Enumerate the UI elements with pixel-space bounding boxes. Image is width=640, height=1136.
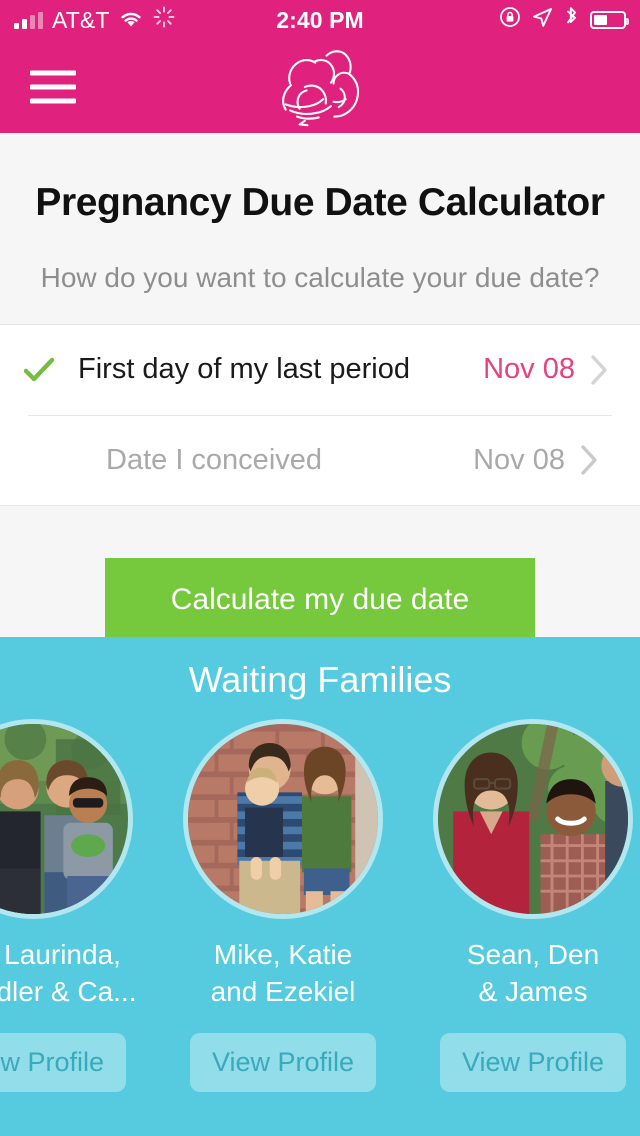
family-name: Sean, Den & James [466, 939, 600, 1007]
view-profile-button[interactable]: View Profile [439, 1032, 627, 1092]
view-profile-button[interactable]: View Profile [189, 1032, 377, 1092]
family-card[interactable]: Mike, Katie and Ezekiel View Profile [158, 719, 408, 1092]
family-photo [433, 719, 633, 919]
waiting-families-title: Waiting Families [188, 659, 452, 700]
option-row-last-period[interactable]: First day of my last period Nov 08 [0, 325, 640, 415]
hamburger-line [30, 70, 76, 75]
option-row-conceived[interactable]: Date I conceived Nov 08 [28, 414, 612, 505]
page-header: Pregnancy Due Date Calculator How do you… [0, 133, 640, 325]
chevron-right-icon [591, 355, 607, 385]
option-label: Date I conceived [106, 443, 323, 476]
option-check-slot [0, 353, 78, 387]
app-screen: AT&T 2:40 PM Pregnancy Due Date Calculat… [0, 0, 640, 1136]
location-arrow-icon [532, 7, 553, 34]
activity-spinner-icon [153, 6, 175, 34]
carrier-label: AT&T [52, 6, 110, 33]
waiting-families-carousel[interactable]: Jim, Laurinda, Chandler & Ca... View Pro… [0, 719, 640, 1092]
wifi-icon [118, 7, 144, 34]
family-photo [183, 719, 383, 919]
status-bar-center: 2:40 PM [276, 7, 364, 34]
calculation-method-list: First day of my last period Nov 08 Date … [0, 324, 640, 505]
page-title: Pregnancy Due Date Calculator [35, 181, 605, 224]
waiting-families-section: Waiting Families Laurinda, dler & Ca... … [0, 637, 640, 1136]
bluetooth-icon [564, 6, 579, 34]
option-label: First day of my last period [78, 353, 410, 386]
menu-button[interactable] [30, 70, 76, 103]
nav-bar [0, 40, 640, 133]
clock-label: 2:40 PM [276, 6, 364, 33]
chevron-right-icon [581, 445, 597, 476]
battery-icon [590, 11, 629, 29]
hamburger-line [30, 98, 76, 103]
status-bar: AT&T 2:40 PM [0, 0, 640, 40]
family-name: Mike, Katie and Ezekiel [210, 939, 356, 1007]
calculate-due-date-button[interactable]: Calculate my due date [105, 557, 535, 642]
check-icon [23, 357, 55, 382]
option-date-value[interactable]: Nov 08 [483, 353, 575, 386]
hamburger-line [30, 84, 76, 89]
family-name: Jim, Laurinda, Chandler & Ca... [0, 939, 137, 1007]
status-bar-left: AT&T [14, 6, 276, 34]
app-logo-icon [281, 49, 359, 126]
family-card[interactable]: Jim, Laurinda, Chandler & Ca... View Pro… [0, 719, 158, 1092]
view-profile-button[interactable]: View Profile [0, 1032, 127, 1092]
option-date-value[interactable]: Nov 08 [473, 444, 565, 477]
page-subtitle: How do you want to calculate your due da… [40, 261, 600, 293]
status-bar-right [364, 6, 629, 34]
signal-strength-icon [14, 11, 43, 29]
rotation-lock-icon [499, 6, 521, 34]
family-card[interactable]: Sean, Den & James View Profile [408, 719, 640, 1092]
family-photo [0, 719, 133, 919]
